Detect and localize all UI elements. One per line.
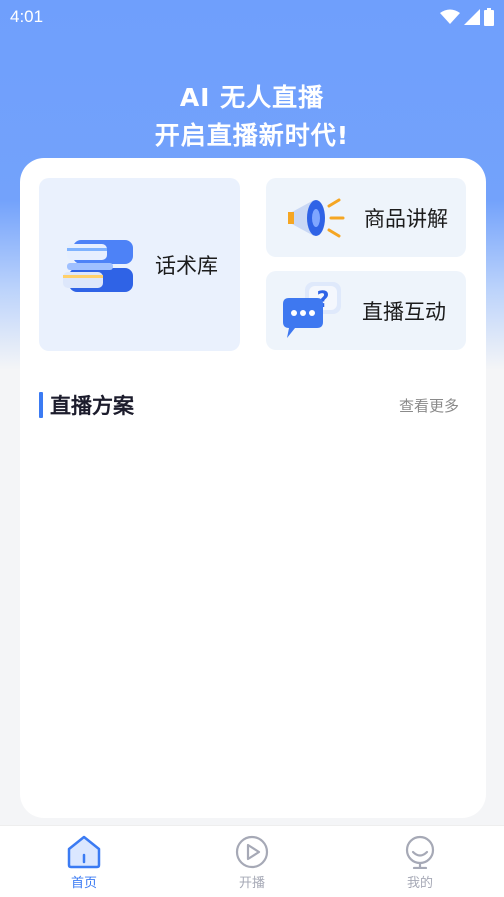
tab-profile[interactable]: 我的 (360, 826, 480, 897)
profile-icon (405, 835, 435, 869)
status-icons (440, 8, 494, 26)
signal-icon (464, 9, 480, 25)
product-explain-label: 商品讲解 (364, 206, 448, 231)
main-card: 话术库 商品讲解 ? 直播互动 直播方案 查看更多 (20, 158, 486, 818)
tab-live-label: 开播 (238, 876, 265, 891)
wifi-icon (440, 9, 460, 24)
hero-title: AI 无人直播 (179, 83, 325, 112)
home-icon (67, 835, 101, 869)
section-title-group: 直播方案 (39, 390, 134, 420)
megaphone-icon (288, 198, 345, 237)
hero-subtitle: 开启直播新时代! (154, 121, 350, 150)
tab-home[interactable]: 首页 (24, 826, 144, 897)
books-icon (63, 239, 133, 292)
tab-profile-label: 我的 (406, 876, 433, 891)
tab-home-label: 首页 (70, 876, 97, 891)
battery-icon (484, 8, 494, 26)
tab-live[interactable]: 开播 (192, 826, 312, 897)
play-icon (235, 835, 269, 869)
section-accent-bar (39, 392, 43, 418)
live-interact-label: 直播互动 (362, 299, 446, 324)
section-header: 直播方案 查看更多 (39, 390, 459, 420)
section-title: 直播方案 (50, 394, 134, 418)
chat-question-icon: ? (283, 281, 341, 338)
status-time: 4:01 (10, 7, 44, 26)
status-bar: 4:01 (0, 0, 504, 34)
see-more-link[interactable]: 查看更多 (399, 395, 459, 416)
product-explain-tile[interactable]: 商品讲解 (266, 178, 466, 257)
bottom-tab-bar: 首页 开播 我的 (0, 825, 504, 897)
script-library-label: 话术库 (155, 253, 218, 278)
live-interact-tile[interactable]: ? 直播互动 (266, 271, 466, 350)
script-library-tile[interactable]: 话术库 (39, 178, 240, 351)
